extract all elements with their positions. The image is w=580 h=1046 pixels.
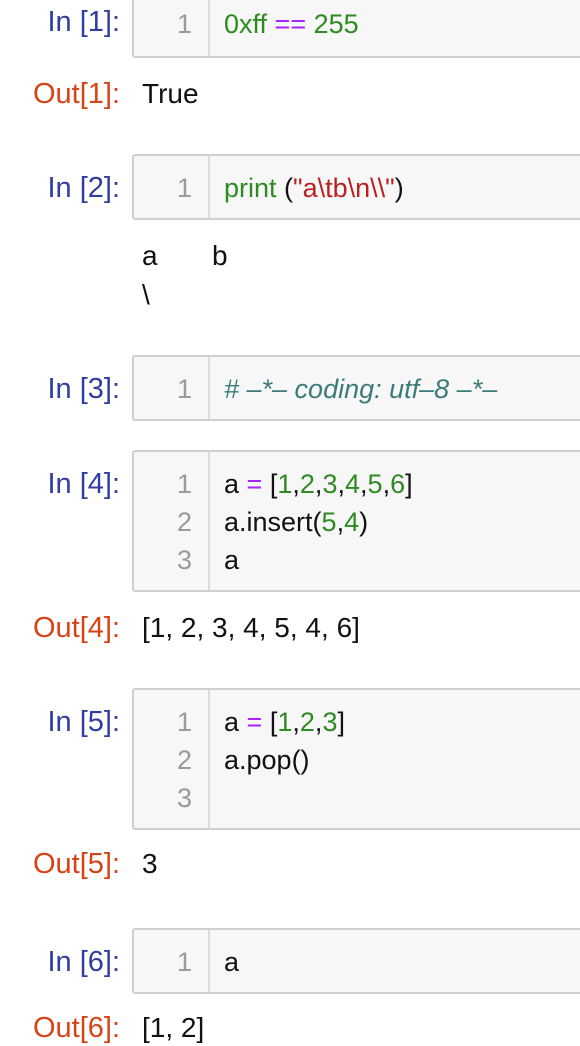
in-prompt-6: In [6]: — [47, 946, 120, 978]
output-2-line-1: a b — [142, 240, 228, 271]
code-token-num: 0xff — [224, 9, 268, 39]
code-token: ] — [405, 469, 413, 499]
code-token-num: 2 — [299, 469, 315, 499]
code-line: a = [1,2,3,4,5,6] — [224, 466, 413, 502]
code-line: # –*– coding: utf–8 –*– — [224, 371, 497, 407]
code-token: [ — [262, 469, 278, 499]
in-prompt-3: In [3]: — [47, 373, 120, 405]
line-number-gutter: 1 — [134, 0, 210, 56]
line-number: 1 — [176, 947, 192, 977]
code-token: a — [224, 707, 240, 737]
code-cell-1[interactable]: 1 0xff == 255 — [132, 0, 580, 58]
line-number-gutter: 1 2 3 — [134, 452, 210, 590]
code-token: , — [292, 707, 300, 737]
line-number-gutter: 1 2 3 — [134, 690, 210, 828]
code-token: [ — [262, 707, 278, 737]
code-cell-6[interactable]: 1 a — [132, 928, 580, 994]
code-token: a.insert( — [224, 507, 322, 537]
code-token-kw: print — [224, 173, 277, 203]
code-token-num: 1 — [277, 707, 293, 737]
in-prompt-2: In [2]: — [47, 172, 120, 204]
code-cell-3[interactable]: 1 # –*– coding: utf–8 –*– — [132, 355, 580, 421]
code-token-num: 3 — [322, 469, 338, 499]
code-token-str: "a\tb\n\\" — [293, 173, 395, 203]
code-token: ] — [337, 707, 345, 737]
code-token: ( — [276, 173, 294, 203]
code-token: , — [336, 507, 345, 537]
line-number: 3 — [176, 783, 192, 813]
code-token-num: 2 — [299, 707, 315, 737]
code-token: a — [224, 469, 240, 499]
code-token-op: = — [246, 469, 263, 499]
line-number: 3 — [176, 545, 192, 575]
code-token-num: 4 — [344, 469, 361, 499]
output-5: 3 — [142, 848, 158, 879]
code-token: ) — [394, 173, 404, 203]
code-token: , — [360, 469, 368, 499]
code-token-num: 3 — [322, 707, 338, 737]
output-6: [1, 2] — [142, 1012, 205, 1043]
code-token-num: 1 — [277, 469, 293, 499]
code-token-num: 5 — [321, 507, 337, 537]
code-token: , — [382, 469, 391, 499]
output-1: True — [142, 78, 199, 109]
output-4: [1, 2, 3, 4, 5, 4, 6] — [142, 612, 360, 643]
code-line: 0xff == 255 — [224, 6, 359, 42]
line-number: 1 — [176, 9, 192, 39]
code-token: a.pop() — [224, 745, 310, 775]
out-prompt-6: Out[6]: — [32, 1012, 120, 1044]
line-number: 2 — [176, 745, 192, 775]
code-token-op: = — [246, 707, 263, 737]
code-token-num: 4 — [344, 507, 360, 537]
line-number: 1 — [176, 707, 192, 737]
out-prompt-4: Out[4]: — [32, 612, 120, 644]
code-line: a — [224, 944, 239, 980]
code-token-op: == — [274, 9, 307, 39]
code-cell-5[interactable]: 1 2 3 a = [1,2,3] a.pop() — [132, 688, 580, 830]
code-token-num: 6 — [390, 469, 406, 499]
line-number: 1 — [176, 173, 192, 203]
code-token-num: 255 — [313, 9, 359, 39]
line-number-gutter: 1 — [134, 156, 210, 218]
code-cell-4[interactable]: 1 2 3 a = [1,2,3,4,5,6] a.insert(5,4) a — [132, 450, 580, 592]
line-number-gutter: 1 — [134, 357, 210, 419]
code-token-comment: # –*– coding: utf–8 –*– — [224, 374, 498, 404]
code-token: , — [337, 469, 345, 499]
in-prompt-1: In [1]: — [47, 6, 120, 38]
code-token: a — [224, 545, 240, 575]
code-cell-2[interactable]: 1 print ("a\tb\n\\") — [132, 154, 580, 220]
line-number: 1 — [176, 469, 192, 499]
line-number-gutter: 1 — [134, 930, 210, 992]
output-2-line-2: \ — [142, 279, 150, 310]
code-line: print ("a\tb\n\\") — [224, 170, 404, 206]
code-line: a — [224, 542, 239, 578]
out-prompt-1: Out[1]: — [32, 78, 120, 110]
line-number: 2 — [176, 507, 192, 537]
code-line: a.pop() — [224, 742, 310, 778]
code-token: ) — [359, 507, 369, 537]
line-number: 1 — [176, 374, 192, 404]
code-token: a — [224, 947, 240, 977]
code-line: a = [1,2,3] — [224, 704, 345, 740]
code-line: a.insert(5,4) — [224, 504, 368, 540]
out-prompt-5: Out[5]: — [32, 848, 120, 880]
in-prompt-4: In [4]: — [47, 468, 120, 500]
in-prompt-5: In [5]: — [47, 706, 120, 738]
code-token-num: 5 — [367, 469, 383, 499]
code-token: , — [292, 469, 300, 499]
